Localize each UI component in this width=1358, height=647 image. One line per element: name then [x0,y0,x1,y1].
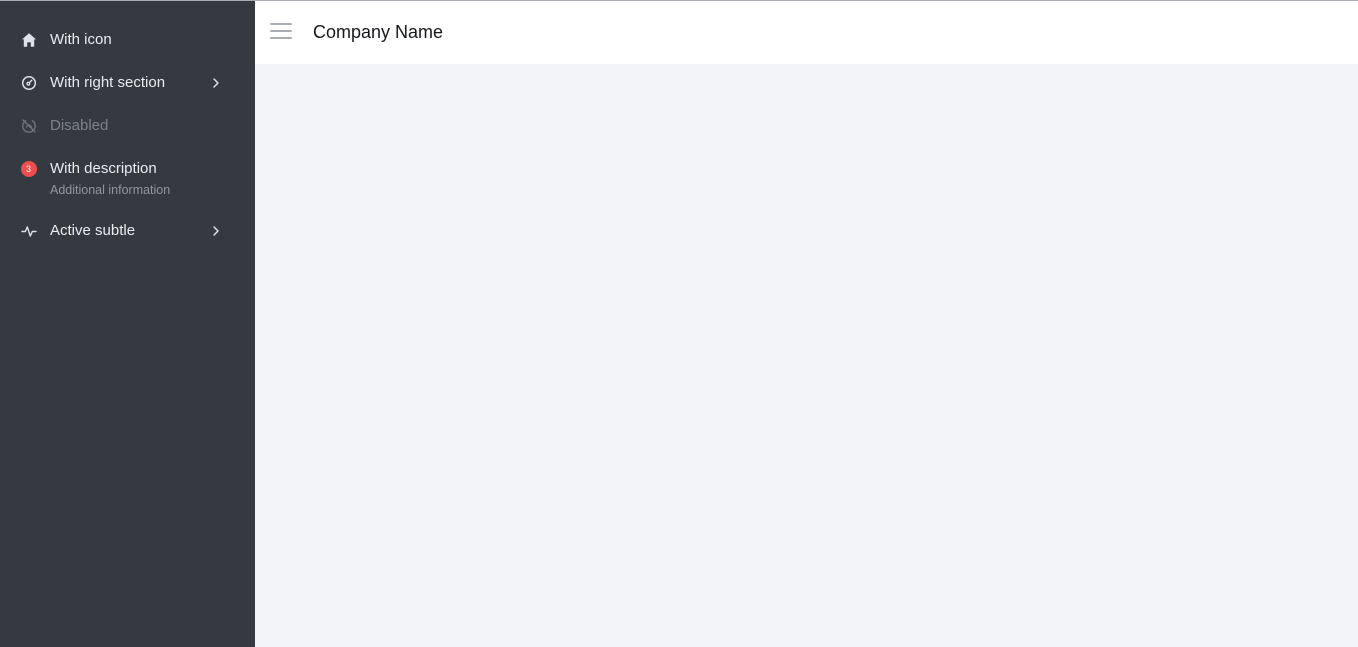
sidebar-item-with-right-section[interactable]: With right section [0,71,255,95]
burger-line [270,30,292,32]
sidebar-item-with-icon[interactable]: With icon [0,28,255,52]
app-shell: With icon With right section Disabled 3 … [0,0,1358,647]
home-icon [20,31,37,48]
hamburger-menu-button[interactable] [270,23,292,39]
company-name: Company Name [313,22,444,42]
burger-line [270,23,292,25]
badge-count: 3 [20,160,37,177]
notification-badge: 3 [20,160,37,177]
header: Company Name [255,1,1358,65]
fingerprint-off-icon [20,117,37,134]
sidebar-item-label: With icon [50,31,112,48]
gauge-icon [20,74,37,91]
chevron-right-icon [210,225,222,237]
sidebar-item-active-subtle[interactable]: Active subtle [0,219,255,243]
chevron-right-icon [210,77,222,89]
sidebar-item-label: With description [50,160,157,177]
sidebar: With icon With right section Disabled 3 … [0,1,255,647]
activity-icon [20,222,37,239]
sidebar-item-label: Active subtle [50,222,136,239]
sidebar-item-disabled: Disabled [0,114,255,138]
sidebar-item-label: With right section [50,74,166,91]
sidebar-item-description: Additional information [50,183,171,197]
main-content [255,65,1358,647]
sidebar-item-label: Disabled [50,117,109,134]
burger-line [270,37,292,39]
sidebar-item-with-description[interactable]: 3 With description Additional informatio… [0,157,255,201]
